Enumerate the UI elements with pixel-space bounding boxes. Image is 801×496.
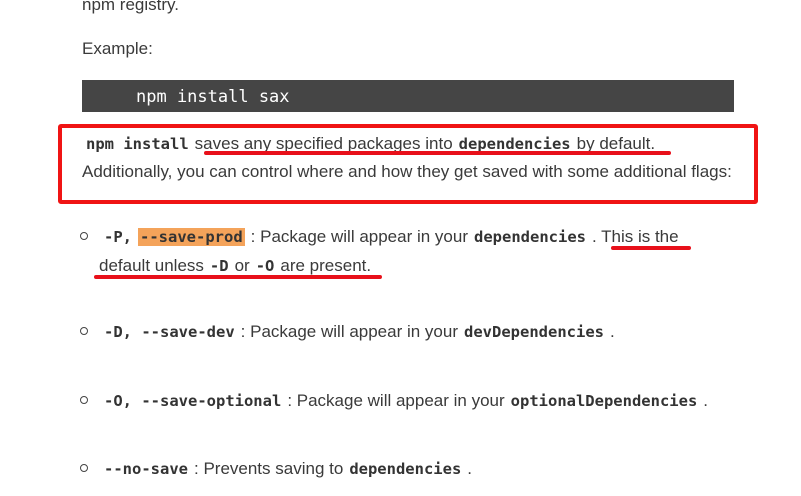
or-text: or (234, 256, 250, 275)
flag-item-no-save: --no-save : Prevents saving to dependencie… (104, 459, 472, 479)
flag-end-text: . (609, 322, 615, 341)
flag-no-save-code: --no-save (104, 460, 188, 478)
flag-end-text: . This is the (591, 227, 679, 246)
documentation-page: npm registry. Example: npm install sax n… (0, 0, 801, 496)
example-label: Example: (82, 39, 153, 58)
flag-desc: : Prevents saving to (194, 459, 344, 478)
flag-save-optional-code: -O, --save-optional (104, 392, 282, 410)
flag-target-code: devDependencies (464, 323, 604, 341)
registry-text: npm registry. (82, 0, 179, 14)
list-bullet (80, 327, 88, 335)
annotation-underline-2 (611, 246, 691, 250)
flag-item-save-prod: -P, --save-prod : Package will appear in y… (104, 227, 679, 247)
are-present-text: are present. (280, 256, 372, 275)
flag-desc: : Package will appear in your (240, 322, 458, 341)
flag-save-prod-code: --save-prod (138, 228, 245, 246)
list-bullet (80, 464, 88, 472)
code-command: npm install sax (136, 87, 290, 107)
list-bullet (80, 232, 88, 240)
flag-item-save-dev: -D, --save-dev : Package will appear in y… (104, 322, 615, 342)
annotation-underline-3 (94, 275, 382, 279)
code-block: npm install sax (82, 80, 734, 112)
flag-item-save-optional: -O, --save-optional : Package will appear… (104, 391, 708, 411)
flag-save-dev-code: -D, --save-dev (104, 323, 235, 341)
flag-target-code: dependencies (349, 460, 462, 478)
flag-d-code: -D (209, 257, 229, 275)
annotation-red-box (58, 124, 758, 204)
flag-target-code: dependencies (474, 228, 586, 246)
flag-p-code: -P, (104, 228, 132, 246)
list-bullet (80, 396, 88, 404)
flag-target-code: optionalDependencies (510, 392, 698, 410)
default-unless-text: default unless (99, 256, 204, 275)
flag-item-save-prod-cont: default unless -D or -O are present. (99, 256, 371, 276)
flag-o-code: -O (255, 257, 275, 275)
flag-desc: : Package will appear in your (250, 227, 468, 246)
annotation-underline-1 (204, 151, 671, 155)
flag-end-text: . (467, 459, 473, 478)
flag-end-text: . (703, 391, 709, 410)
flag-desc: : Package will appear in your (287, 391, 505, 410)
